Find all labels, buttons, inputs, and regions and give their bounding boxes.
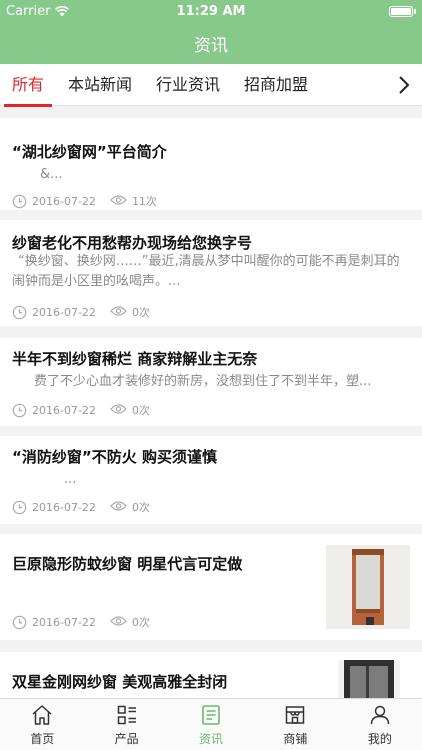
eye-icon <box>110 403 127 418</box>
article-summary: 费了不少心血才装修好的新房，没想到住了不到半年，塑... <box>34 374 372 389</box>
article-views: 0次 <box>131 404 150 417</box>
tab-site-news[interactable]: 本站新闻 <box>56 64 144 106</box>
tab-label: 产品 <box>114 731 139 746</box>
article-item[interactable]: 巨原隐形防蚊纱窗 明星代言可定做 2016-07-22 0次 <box>0 534 422 640</box>
article-title: “消防纱窗”不防火 购买须谨慎 <box>12 448 217 466</box>
article-item[interactable]: “消防纱窗”不防火 购买须谨慎 ... 2016-07-22 0次 <box>0 436 422 524</box>
tab-industry-news[interactable]: 行业资讯 <box>144 64 232 106</box>
article-views: 0次 <box>131 501 150 514</box>
article-thumbnail <box>338 660 400 698</box>
tab-label: 资讯 <box>199 731 224 746</box>
wifi-icon <box>55 5 70 16</box>
article-views: 0次 <box>131 616 150 629</box>
article-item[interactable]: 纱窗老化不用愁帮办现场给您换字号 “换纱窗、换纱网……”最近,清晨从梦中叫醒你的… <box>0 220 422 326</box>
chevron-right-icon[interactable] <box>392 64 416 106</box>
tab-franchise[interactable]: 招商加盟 <box>232 64 320 106</box>
bottom-tab-bar: 首页 产品 资讯 商铺 我的 <box>0 698 422 750</box>
carrier-label: Carrier <box>6 3 51 19</box>
article-title: 半年不到纱窗稀烂 商家辩解业主无奈 <box>12 350 258 368</box>
battery-icon <box>389 5 416 17</box>
article-date: 2016-07-22 <box>32 615 96 629</box>
article-item[interactable]: 双星金刚网纱窗 美观高雅全封闭 <box>0 652 422 698</box>
status-bar: Carrier 11:29 AM <box>0 0 422 22</box>
tab-label: 首页 <box>30 731 55 746</box>
clock-icon <box>12 194 27 209</box>
product-grid-icon <box>117 705 136 724</box>
article-thumbnail <box>326 545 410 629</box>
article-date: 2016-07-22 <box>32 305 96 319</box>
home-icon <box>32 704 52 725</box>
article-item[interactable]: “湖北纱窗网”平台简介 &... 2016-07-22 11次 <box>0 118 422 210</box>
eye-icon <box>110 194 127 209</box>
article-summary: &... <box>40 167 63 182</box>
shop-icon <box>286 705 305 724</box>
tab-news[interactable]: 资讯 <box>169 699 253 750</box>
clock-icon <box>12 403 27 418</box>
article-list: “湖北纱窗网”平台简介 &... 2016-07-22 11次 纱窗老化不用愁帮… <box>0 106 422 698</box>
user-icon <box>370 705 390 724</box>
article-views: 0次 <box>131 306 150 319</box>
tab-shops[interactable]: 商铺 <box>253 699 337 750</box>
tab-home[interactable]: 首页 <box>0 699 84 750</box>
page-title: 资讯 <box>194 35 228 56</box>
eye-icon <box>110 305 127 320</box>
article-title: 巨原隐形防蚊纱窗 明星代言可定做 <box>12 555 243 573</box>
category-tabs: 所有 本站新闻 行业资讯 招商加盟 <box>0 64 422 107</box>
eye-icon <box>110 500 127 515</box>
clock-icon <box>12 305 27 320</box>
article-views: 11次 <box>131 195 157 208</box>
tab-label: 我的 <box>367 731 392 746</box>
article-item[interactable]: 半年不到纱窗稀烂 商家辩解业主无奈 费了不少心血才装修好的新房，没想到住了不到半… <box>0 338 422 426</box>
news-icon <box>202 704 220 725</box>
article-title: “湖北纱窗网”平台简介 <box>12 143 167 161</box>
eye-icon <box>110 615 127 630</box>
article-date: 2016-07-22 <box>32 403 96 417</box>
article-title: 双星金刚网纱窗 美观高雅全封闭 <box>12 673 228 691</box>
article-summary: “换纱窗、换纱网……”最近,清晨从梦中叫醒你的可能不再是刺耳的闹钟而是小区里的吆… <box>12 254 400 289</box>
app-header: Carrier 11:29 AM 资讯 <box>0 0 422 64</box>
tab-me[interactable]: 我的 <box>338 699 422 750</box>
article-summary: ... <box>64 472 77 487</box>
article-date: 2016-07-22 <box>32 194 96 208</box>
tab-all[interactable]: 所有 <box>0 64 56 107</box>
clock-icon <box>12 500 27 515</box>
article-title: 纱窗老化不用愁帮办现场给您换字号 <box>12 234 253 252</box>
tab-products[interactable]: 产品 <box>84 699 168 750</box>
clock-icon <box>12 615 27 630</box>
article-date: 2016-07-22 <box>32 500 96 514</box>
tab-label: 商铺 <box>283 731 308 746</box>
